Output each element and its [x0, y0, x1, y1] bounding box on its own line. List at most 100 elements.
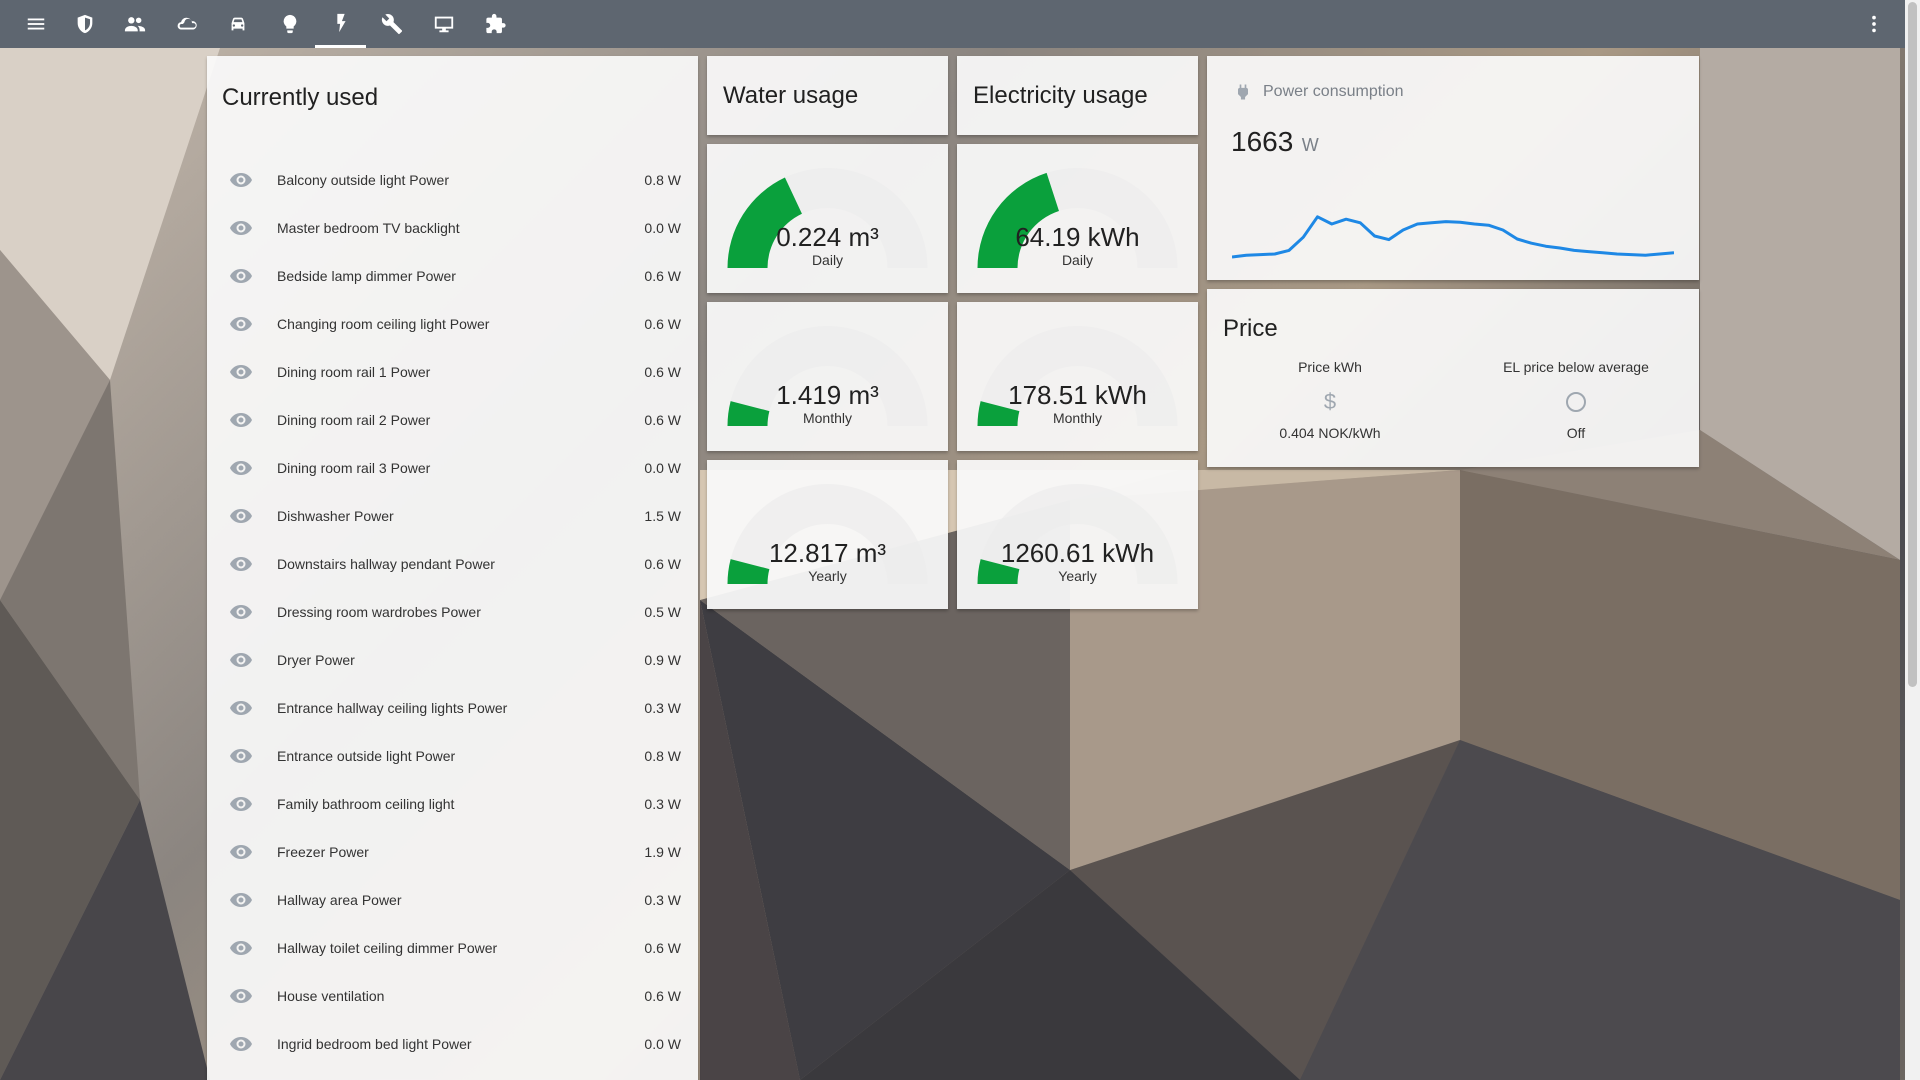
menu-icon[interactable]	[10, 0, 61, 48]
list-item-value: 1.5 W	[644, 508, 681, 524]
eye-icon	[229, 360, 253, 384]
list-item-name: Entrance outside light Power	[277, 748, 456, 764]
puzzle-icon[interactable]	[470, 0, 521, 48]
list-item[interactable]: Entrance outside light Power 0.8 W	[207, 732, 697, 780]
el-price-below-average-item[interactable]: EL price below average Off	[1453, 359, 1699, 441]
shield-icon[interactable]	[59, 0, 110, 48]
power-consumption-card[interactable]: Power consumption 1663 W	[1207, 56, 1699, 280]
plug-icon	[1238, 84, 1248, 100]
car-icon[interactable]	[212, 0, 263, 48]
eye-icon	[229, 792, 253, 816]
list-item-value: 1.9 W	[644, 844, 681, 860]
list-item-value: 0.0 W	[644, 220, 681, 236]
power-consumption-title: Power consumption	[1263, 83, 1404, 100]
electricity-gauge-yearly[interactable]: 1260.61 kWh Yearly	[957, 460, 1198, 609]
eye-icon	[229, 552, 253, 576]
sparkline-path	[1232, 215, 1674, 259]
list-item[interactable]: Downstairs hallway pendant Power 0.6 W	[207, 540, 697, 588]
list-item-value: 0.6 W	[644, 412, 681, 428]
list-item-name: Dryer Power	[277, 652, 355, 668]
list-item-value: 0.3 W	[644, 700, 681, 716]
list-item-name: Entrance hallway ceiling lights Power	[277, 700, 508, 716]
list-item[interactable]: Bedside lamp dimmer Power 0.6 W	[207, 252, 697, 300]
list-item-value: 0.0 W	[644, 460, 681, 476]
list-item[interactable]: Changing room ceiling light Power 0.6 W	[207, 300, 697, 348]
list-item[interactable]: Dining room rail 1 Power 0.6 W	[207, 348, 697, 396]
cloud-icon[interactable]	[161, 0, 212, 48]
page-scrollbar-thumb[interactable]	[1908, 2, 1917, 687]
list-item[interactable]: Balcony outside light Power 0.8 W	[207, 156, 697, 204]
electricity-gauge-daily[interactable]: 64.19 kWh Daily	[957, 144, 1198, 293]
more-vertical-icon[interactable]	[1848, 0, 1899, 48]
list-item-value: 0.6 W	[644, 316, 681, 332]
eye-icon	[229, 168, 253, 192]
list-item-value: 0.0 W	[644, 1036, 681, 1052]
list-item-value: 0.8 W	[644, 748, 681, 764]
eye-icon	[229, 504, 253, 528]
list-item-name: Dining room rail 3 Power	[277, 460, 431, 476]
people-icon[interactable]	[109, 0, 160, 48]
water-gauge-monthly[interactable]: 1.419 m³ Monthly	[707, 302, 948, 451]
el-price-label: EL price below average	[1503, 359, 1649, 375]
gauge-value: 12.817 m³	[768, 538, 887, 568]
list-item[interactable]: Master bedroom TV backlight 0.0 W	[207, 204, 697, 252]
list-item[interactable]: Ingrid bedroom bed light Power 0.0 W	[207, 1020, 697, 1068]
gauge-value: 1260.61 kWh	[1000, 538, 1155, 568]
list-item[interactable]: Freezer Power 1.9 W	[207, 828, 697, 876]
list-item-name: Dining room rail 2 Power	[277, 412, 431, 428]
gauge-period-label: Daily	[811, 252, 844, 268]
list-item-name: Balcony outside light Power	[277, 172, 449, 188]
gauge-value: 0.224 m³	[776, 222, 879, 252]
gauge-arc	[727, 168, 928, 268]
list-item-name: Freezer Power	[277, 844, 369, 860]
gauge-value: 178.51 kWh	[1008, 380, 1147, 410]
list-item-value: 0.3 W	[644, 892, 681, 908]
electricity-gauge-monthly[interactable]: 178.51 kWh Monthly	[957, 302, 1198, 451]
currently-used-card: Currently used Balcony outside light Pow…	[207, 56, 698, 1080]
list-item-name: Dressing room wardrobes Power	[277, 604, 481, 620]
list-item[interactable]: Ingrid bedroom ceiling light Power0.6 W	[207, 1068, 697, 1080]
eye-icon	[229, 744, 253, 768]
electricity-usage-card: Electricity usage	[957, 56, 1198, 135]
eye-icon	[229, 648, 253, 672]
list-item-name: Bedside lamp dimmer Power	[277, 268, 456, 284]
list-item-name: Dining room rail 1 Power	[277, 364, 431, 380]
el-price-value: Off	[1566, 425, 1586, 441]
list-item[interactable]: Family bathroom ceiling light 0.3 W	[207, 780, 697, 828]
eye-icon	[229, 264, 253, 288]
water-gauge-yearly[interactable]: 12.817 m³ Yearly	[707, 460, 948, 609]
list-item-name: Hallway toilet ceiling dimmer Power	[277, 940, 498, 956]
list-item[interactable]: Dining room rail 2 Power 0.6 W	[207, 396, 697, 444]
list-item-value: 0.9 W	[644, 652, 681, 668]
price-kwh-item[interactable]: Price kWh $ 0.404 NOK/kWh	[1207, 359, 1453, 441]
list-item-name: Dishwasher Power	[277, 508, 394, 524]
monitor-icon[interactable]	[418, 0, 469, 48]
list-item[interactable]: Hallway toilet ceiling dimmer Power 0.6 W	[207, 924, 697, 972]
gauge-period-label: Daily	[1061, 252, 1094, 268]
list-item-name: Ingrid bedroom bed light Power	[277, 1036, 472, 1052]
list-item-value: 0.5 W	[644, 604, 681, 620]
list-item-value: 0.6 W	[644, 988, 681, 1004]
flash-icon[interactable]	[315, 0, 366, 48]
list-item[interactable]: Hallway area Power 0.3 W	[207, 876, 697, 924]
list-item-name: Family bathroom ceiling light	[277, 796, 455, 812]
eye-icon	[229, 888, 253, 912]
lightbulb-icon[interactable]	[264, 0, 315, 48]
price-kwh-value: 0.404 NOK/kWh	[1279, 425, 1381, 441]
gauge-period-label: Yearly	[1058, 568, 1097, 584]
list-item[interactable]: Dressing room wardrobes Power 0.5 W	[207, 588, 697, 636]
water-gauge-daily[interactable]: 0.224 m³ Daily	[707, 144, 948, 293]
list-item-name: Master bedroom TV backlight	[277, 220, 460, 236]
eye-icon	[229, 408, 253, 432]
gauge-arc	[727, 326, 928, 426]
list-item[interactable]: Dryer Power 0.9 W	[207, 636, 697, 684]
power-value-group: 1663 W	[1231, 126, 1319, 158]
gauge-arc	[727, 484, 928, 584]
wrench-icon[interactable]	[366, 0, 417, 48]
list-item[interactable]: Entrance hallway ceiling lights Power 0.3…	[207, 684, 697, 732]
list-item[interactable]: Dishwasher Power 1.5 W	[207, 492, 697, 540]
list-item[interactable]: Dining room rail 3 Power 0.0 W	[207, 444, 697, 492]
top-toolbar	[0, 0, 1905, 48]
eye-icon	[229, 936, 253, 960]
list-item[interactable]: House ventilation 0.6 W	[207, 972, 697, 1020]
